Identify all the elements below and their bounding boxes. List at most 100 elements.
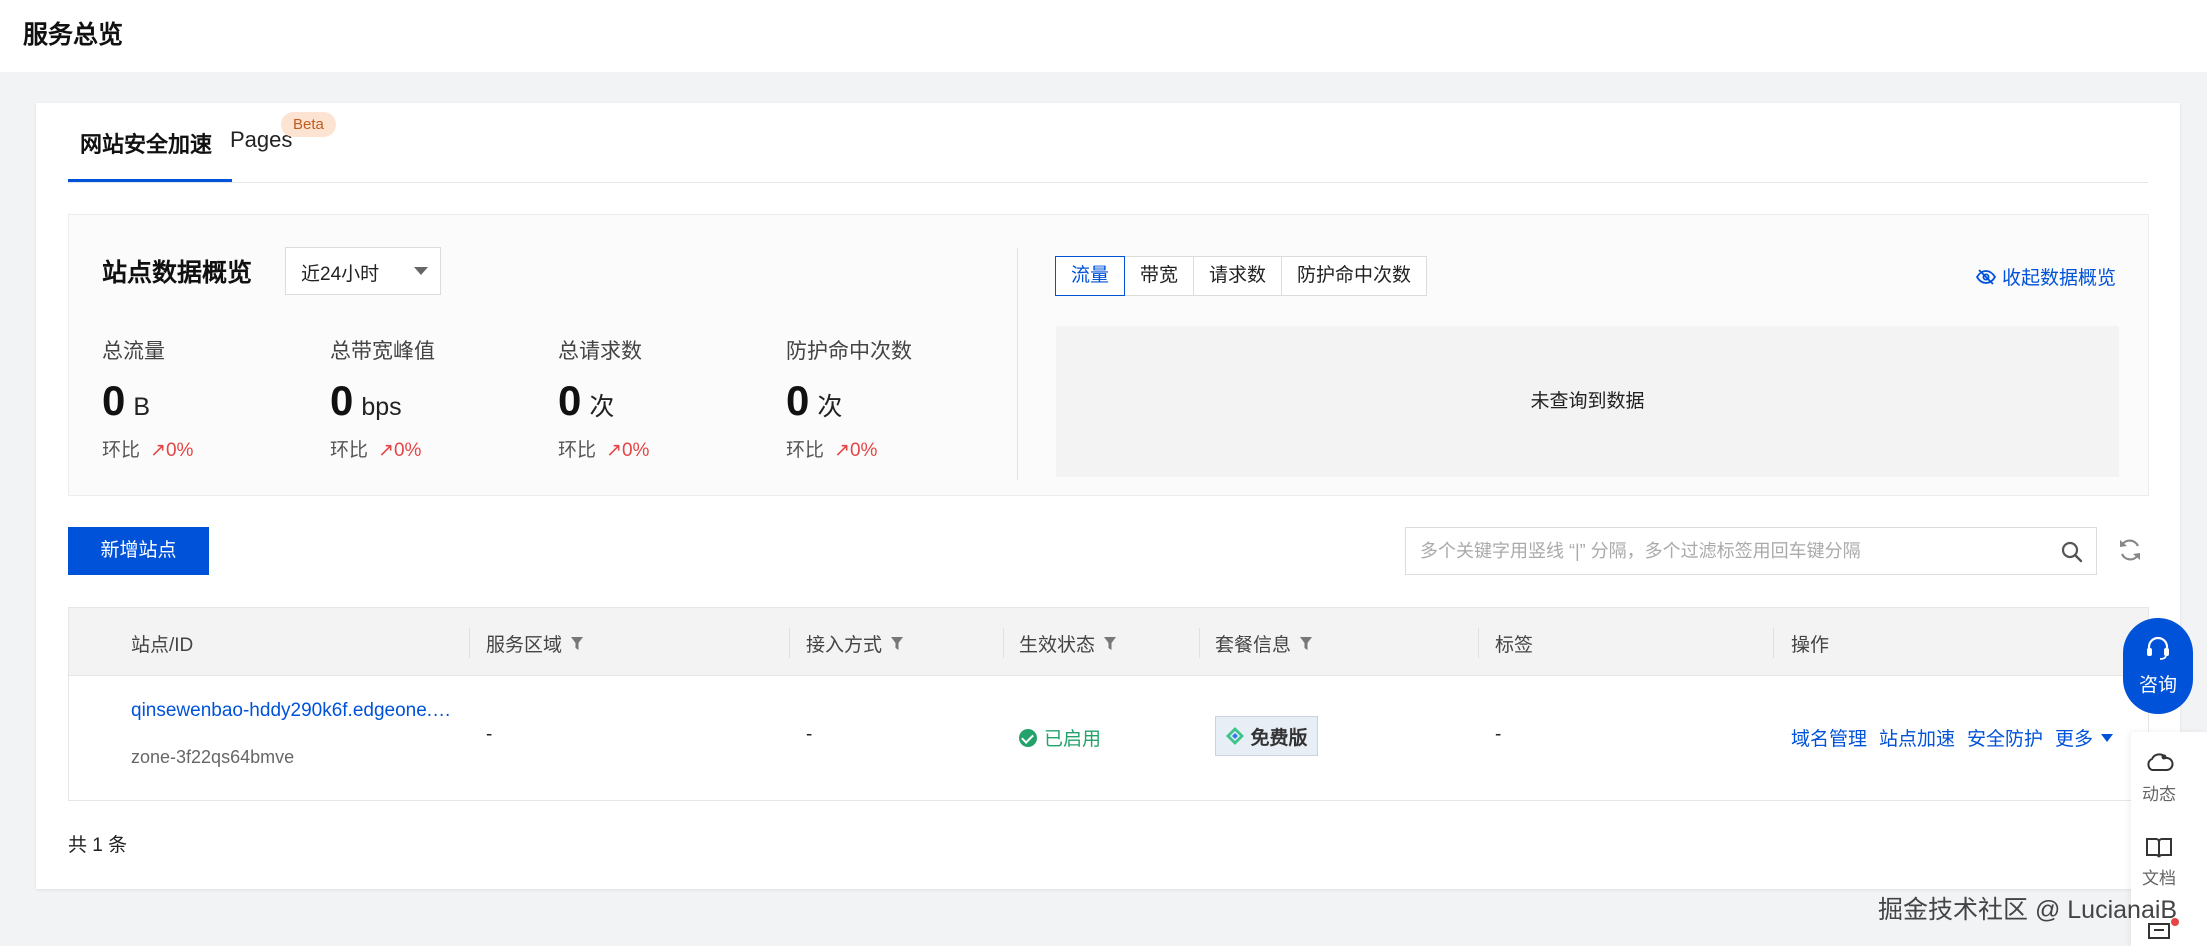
compare-value: 0%: [849, 440, 878, 461]
stat-number: 0: [786, 377, 810, 424]
stat-label: 总流量: [102, 340, 165, 363]
filter-icon[interactable]: [1103, 636, 1117, 651]
tab-site-security[interactable]: 网站安全加速: [80, 127, 212, 159]
stat-compare: 环比 ↗0%: [786, 435, 877, 462]
caret-down-icon: [2101, 733, 2114, 742]
compare-label: 环比: [102, 440, 141, 461]
stat-number: 0: [330, 377, 354, 424]
stat-unit: 次: [817, 393, 843, 421]
plan-text: 免费版: [1250, 727, 1308, 749]
collapse-label: 收起数据概览: [2001, 268, 2116, 289]
column-divider: [1478, 628, 1479, 658]
site-id: zone-3f22qs64bmve: [131, 747, 295, 767]
docs-label: 文档: [2142, 869, 2176, 888]
domain-manage-link[interactable]: 域名管理: [1791, 724, 1867, 751]
search-icon[interactable]: [2060, 540, 2084, 564]
stat-value: 0 bps: [330, 377, 402, 425]
total-count: 共 1 条: [68, 835, 128, 856]
tags-cell: -: [1495, 724, 1502, 745]
eye-off-icon: [1975, 268, 1996, 285]
metric-tab-bandwidth[interactable]: 带宽: [1124, 256, 1195, 296]
col-status-label: 生效状态: [1019, 635, 1096, 656]
caret-down-icon: [414, 267, 428, 275]
consult-button[interactable]: 咨询: [2123, 618, 2193, 714]
row-actions: 域名管理 站点加速 安全防护 更多: [1791, 724, 2137, 751]
stat-number: 0: [558, 377, 582, 424]
tab-bar: 网站安全加速 Pages Beta: [68, 103, 2148, 183]
trend-up-icon: ↗: [378, 440, 394, 461]
refresh-icon[interactable]: [2117, 537, 2143, 563]
time-range-select[interactable]: 近24小时: [285, 247, 441, 295]
search-input[interactable]: [1420, 528, 2040, 574]
access-cell: -: [806, 724, 813, 745]
site-name-link[interactable]: qinsewenbao-hddy290k6f.edgeone.…: [131, 700, 451, 722]
col-access[interactable]: 接入方式: [806, 630, 904, 657]
docs-button[interactable]: 文档: [2131, 836, 2187, 889]
add-site-button[interactable]: 新增站点: [68, 527, 209, 575]
col-site-label: 站点/ID: [131, 635, 194, 656]
col-access-label: 接入方式: [806, 635, 883, 656]
main-card: 网站安全加速 Pages Beta 站点数据概览 近24小时 总流量 0B 环比…: [36, 103, 2180, 889]
col-plan[interactable]: 套餐信息: [1215, 630, 1313, 657]
metric-tab-requests[interactable]: 请求数: [1193, 256, 1283, 296]
column-divider: [1773, 628, 1774, 658]
compare-value: 0%: [165, 440, 194, 461]
filter-icon[interactable]: [1299, 636, 1313, 651]
col-site: 站点/ID: [131, 630, 193, 657]
search-box: [1405, 527, 2097, 575]
table-header: 站点/ID 服务区域 接入方式 生效状态 套餐信息 标签 操作: [69, 608, 2148, 676]
stat-value: 0B: [102, 377, 150, 425]
metric-tab-protection[interactable]: 防护命中次数: [1281, 256, 1428, 296]
status-badge: 已启用: [1019, 724, 1101, 751]
stat-number: 0: [102, 377, 126, 424]
column-divider: [789, 628, 790, 658]
updates-label: 动态: [2142, 785, 2176, 804]
col-tags-label: 标签: [1495, 635, 1534, 656]
col-status[interactable]: 生效状态: [1019, 630, 1117, 657]
compare-label: 环比: [786, 440, 825, 461]
more-label: 更多: [2055, 729, 2094, 750]
collapse-overview-link[interactable]: 收起数据概览: [1975, 263, 2116, 290]
more-dropdown[interactable]: 更多: [2055, 724, 2125, 751]
top-bar: 服务总览: [0, 0, 2207, 72]
stat-protection-hits: 防护命中次数 0次 环比 ↗0%: [786, 335, 1006, 461]
filter-icon[interactable]: [890, 636, 904, 651]
data-overview-panel: 站点数据概览 近24小时 总流量 0B 环比 ↗0% 总带宽峰值 0 bps 环比 ↗…: [68, 214, 2149, 496]
compare-label: 环比: [558, 440, 597, 461]
compare-label: 环比: [330, 440, 369, 461]
trend-up-icon: ↗: [606, 440, 622, 461]
stat-compare: 环比 ↗0%: [102, 435, 193, 462]
cloud-bell-icon: [2147, 753, 2174, 771]
col-plan-label: 套餐信息: [1215, 635, 1292, 656]
site-accel-link[interactable]: 站点加速: [1879, 724, 1955, 751]
chart-empty-area: 未查询到数据: [1056, 326, 2119, 477]
stat-value: 0次: [786, 377, 842, 425]
col-tags: 标签: [1495, 630, 1533, 657]
status-text: 已启用: [1044, 729, 1102, 750]
watermark-text: 掘金技术社区 @ LucianaiB: [1878, 896, 2178, 924]
site-table: 站点/ID 服务区域 接入方式 生效状态 套餐信息 标签 操作 qinsewen…: [68, 607, 2149, 801]
updates-button[interactable]: 动态: [2131, 750, 2187, 805]
col-region[interactable]: 服务区域: [486, 630, 584, 657]
stat-total-requests: 总请求数 0次 环比 ↗0%: [558, 335, 778, 461]
time-range-value: 近24小时: [301, 264, 380, 285]
metric-tab-traffic[interactable]: 流量: [1055, 256, 1126, 296]
col-ops: 操作: [1791, 630, 1829, 657]
filter-icon[interactable]: [570, 636, 584, 651]
column-divider: [469, 628, 470, 658]
stat-value: 0次: [558, 377, 614, 425]
empty-text: 未查询到数据: [1530, 391, 1645, 412]
active-tab-indicator: [68, 179, 232, 182]
column-divider: [1003, 628, 1004, 658]
stat-compare: 环比 ↗0%: [330, 435, 421, 462]
overview-title: 站点数据概览: [102, 259, 253, 287]
stat-peak-bandwidth: 总带宽峰值 0 bps 环比 ↗0%: [330, 335, 550, 461]
stat-label: 总带宽峰值: [330, 340, 435, 363]
security-link[interactable]: 安全防护: [1967, 724, 2043, 751]
headset-icon: [2147, 636, 2169, 660]
check-circle-icon: [1019, 728, 1037, 747]
page-title: 服务总览: [23, 21, 124, 49]
compare-value: 0%: [393, 440, 422, 461]
stat-label: 防护命中次数: [786, 340, 912, 363]
plan-badge: 免费版: [1215, 716, 1318, 756]
